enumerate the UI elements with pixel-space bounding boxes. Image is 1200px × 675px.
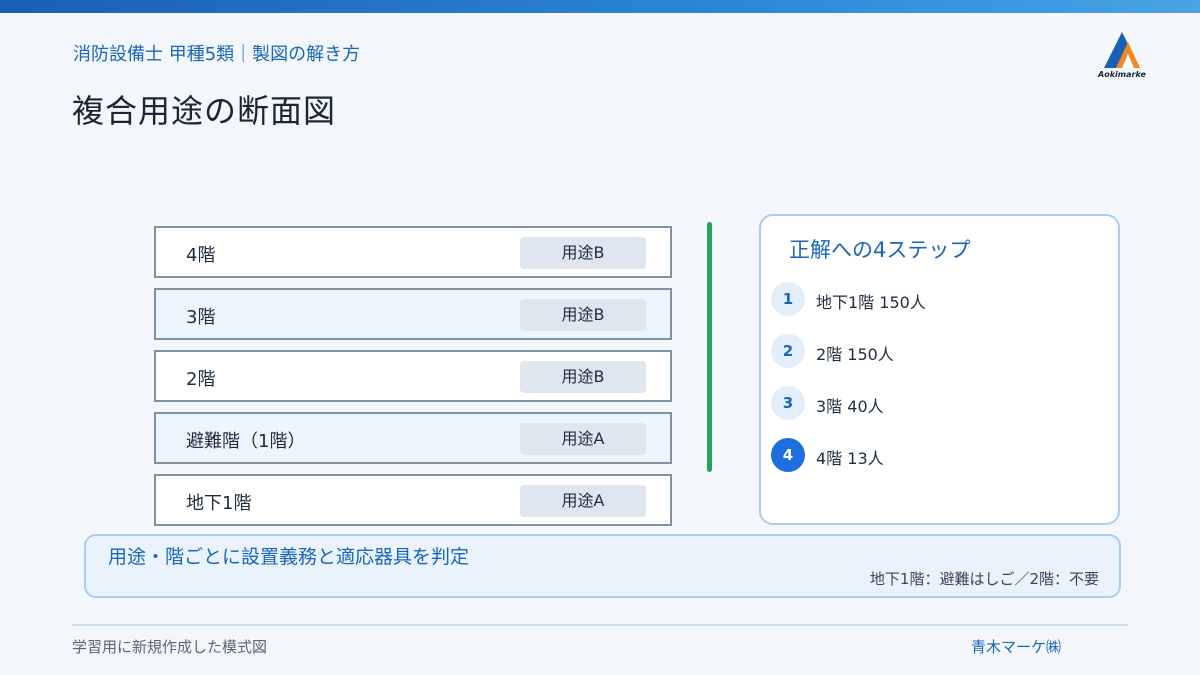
logo-wordmark: Aokimarke bbox=[1098, 70, 1146, 79]
use-badge: 用途A bbox=[520, 423, 646, 455]
step-number: 2 bbox=[771, 334, 805, 368]
step-text: 2階 150人 bbox=[816, 345, 894, 364]
step-item: 1 地下1階 150人 bbox=[771, 282, 1101, 318]
floor-3: 3階 用途B bbox=[154, 288, 672, 340]
floor-label: 3階 bbox=[186, 307, 216, 328]
floor-label: 避難階（1階） bbox=[186, 431, 306, 452]
floor-label: 4階 bbox=[186, 245, 216, 266]
floor-evacuation-1: 避難階（1階） 用途A bbox=[154, 412, 672, 464]
step-number: 1 bbox=[771, 282, 805, 316]
info-main-text: 用途・階ごとに設置義務と適応器具を判定 bbox=[108, 546, 470, 568]
step-item: 2 2階 150人 bbox=[771, 334, 1101, 370]
step-number: 3 bbox=[771, 386, 805, 420]
floor-label: 2階 bbox=[186, 369, 216, 390]
step-item-active: 4 4階 13人 bbox=[771, 438, 1101, 474]
page-title: 複合用途の断面図 bbox=[72, 92, 337, 130]
footer-company: 青木マーケ㈱ bbox=[971, 638, 1062, 656]
use-badge: 用途A bbox=[520, 485, 646, 517]
divider-line bbox=[707, 222, 712, 472]
steps-card: 正解への4ステップ 1 地下1階 150人 2 2階 150人 3 3階 40人… bbox=[759, 214, 1120, 525]
logo-flame-icon bbox=[1104, 32, 1140, 68]
steps-title: 正解への4ステップ bbox=[789, 238, 971, 262]
step-number: 4 bbox=[771, 438, 805, 472]
step-text: 3階 40人 bbox=[816, 397, 884, 416]
company-logo: Aokimarke bbox=[1096, 28, 1148, 84]
use-badge: 用途B bbox=[520, 361, 646, 393]
floor-4: 4階 用途B bbox=[154, 226, 672, 278]
use-badge: 用途B bbox=[520, 299, 646, 331]
top-accent-bar bbox=[0, 0, 1200, 13]
floor-basement-1: 地下1階 用途A bbox=[154, 474, 672, 526]
info-box: 用途・階ごとに設置義務と適応器具を判定 地下1階：避難はしご／2階：不要 bbox=[84, 534, 1121, 598]
footer-divider bbox=[72, 624, 1128, 626]
step-text: 4階 13人 bbox=[816, 449, 884, 468]
page-subtitle: 消防設備士 甲種5類｜製図の解き方 bbox=[73, 44, 361, 65]
footer-note: 学習用に新規作成した模式図 bbox=[72, 638, 268, 656]
use-badge: 用途B bbox=[520, 237, 646, 269]
info-sub-text: 地下1階：避難はしご／2階：不要 bbox=[869, 570, 1099, 588]
step-text: 地下1階 150人 bbox=[816, 293, 926, 312]
floor-2: 2階 用途B bbox=[154, 350, 672, 402]
floor-label: 地下1階 bbox=[186, 493, 252, 514]
step-item: 3 3階 40人 bbox=[771, 386, 1101, 422]
